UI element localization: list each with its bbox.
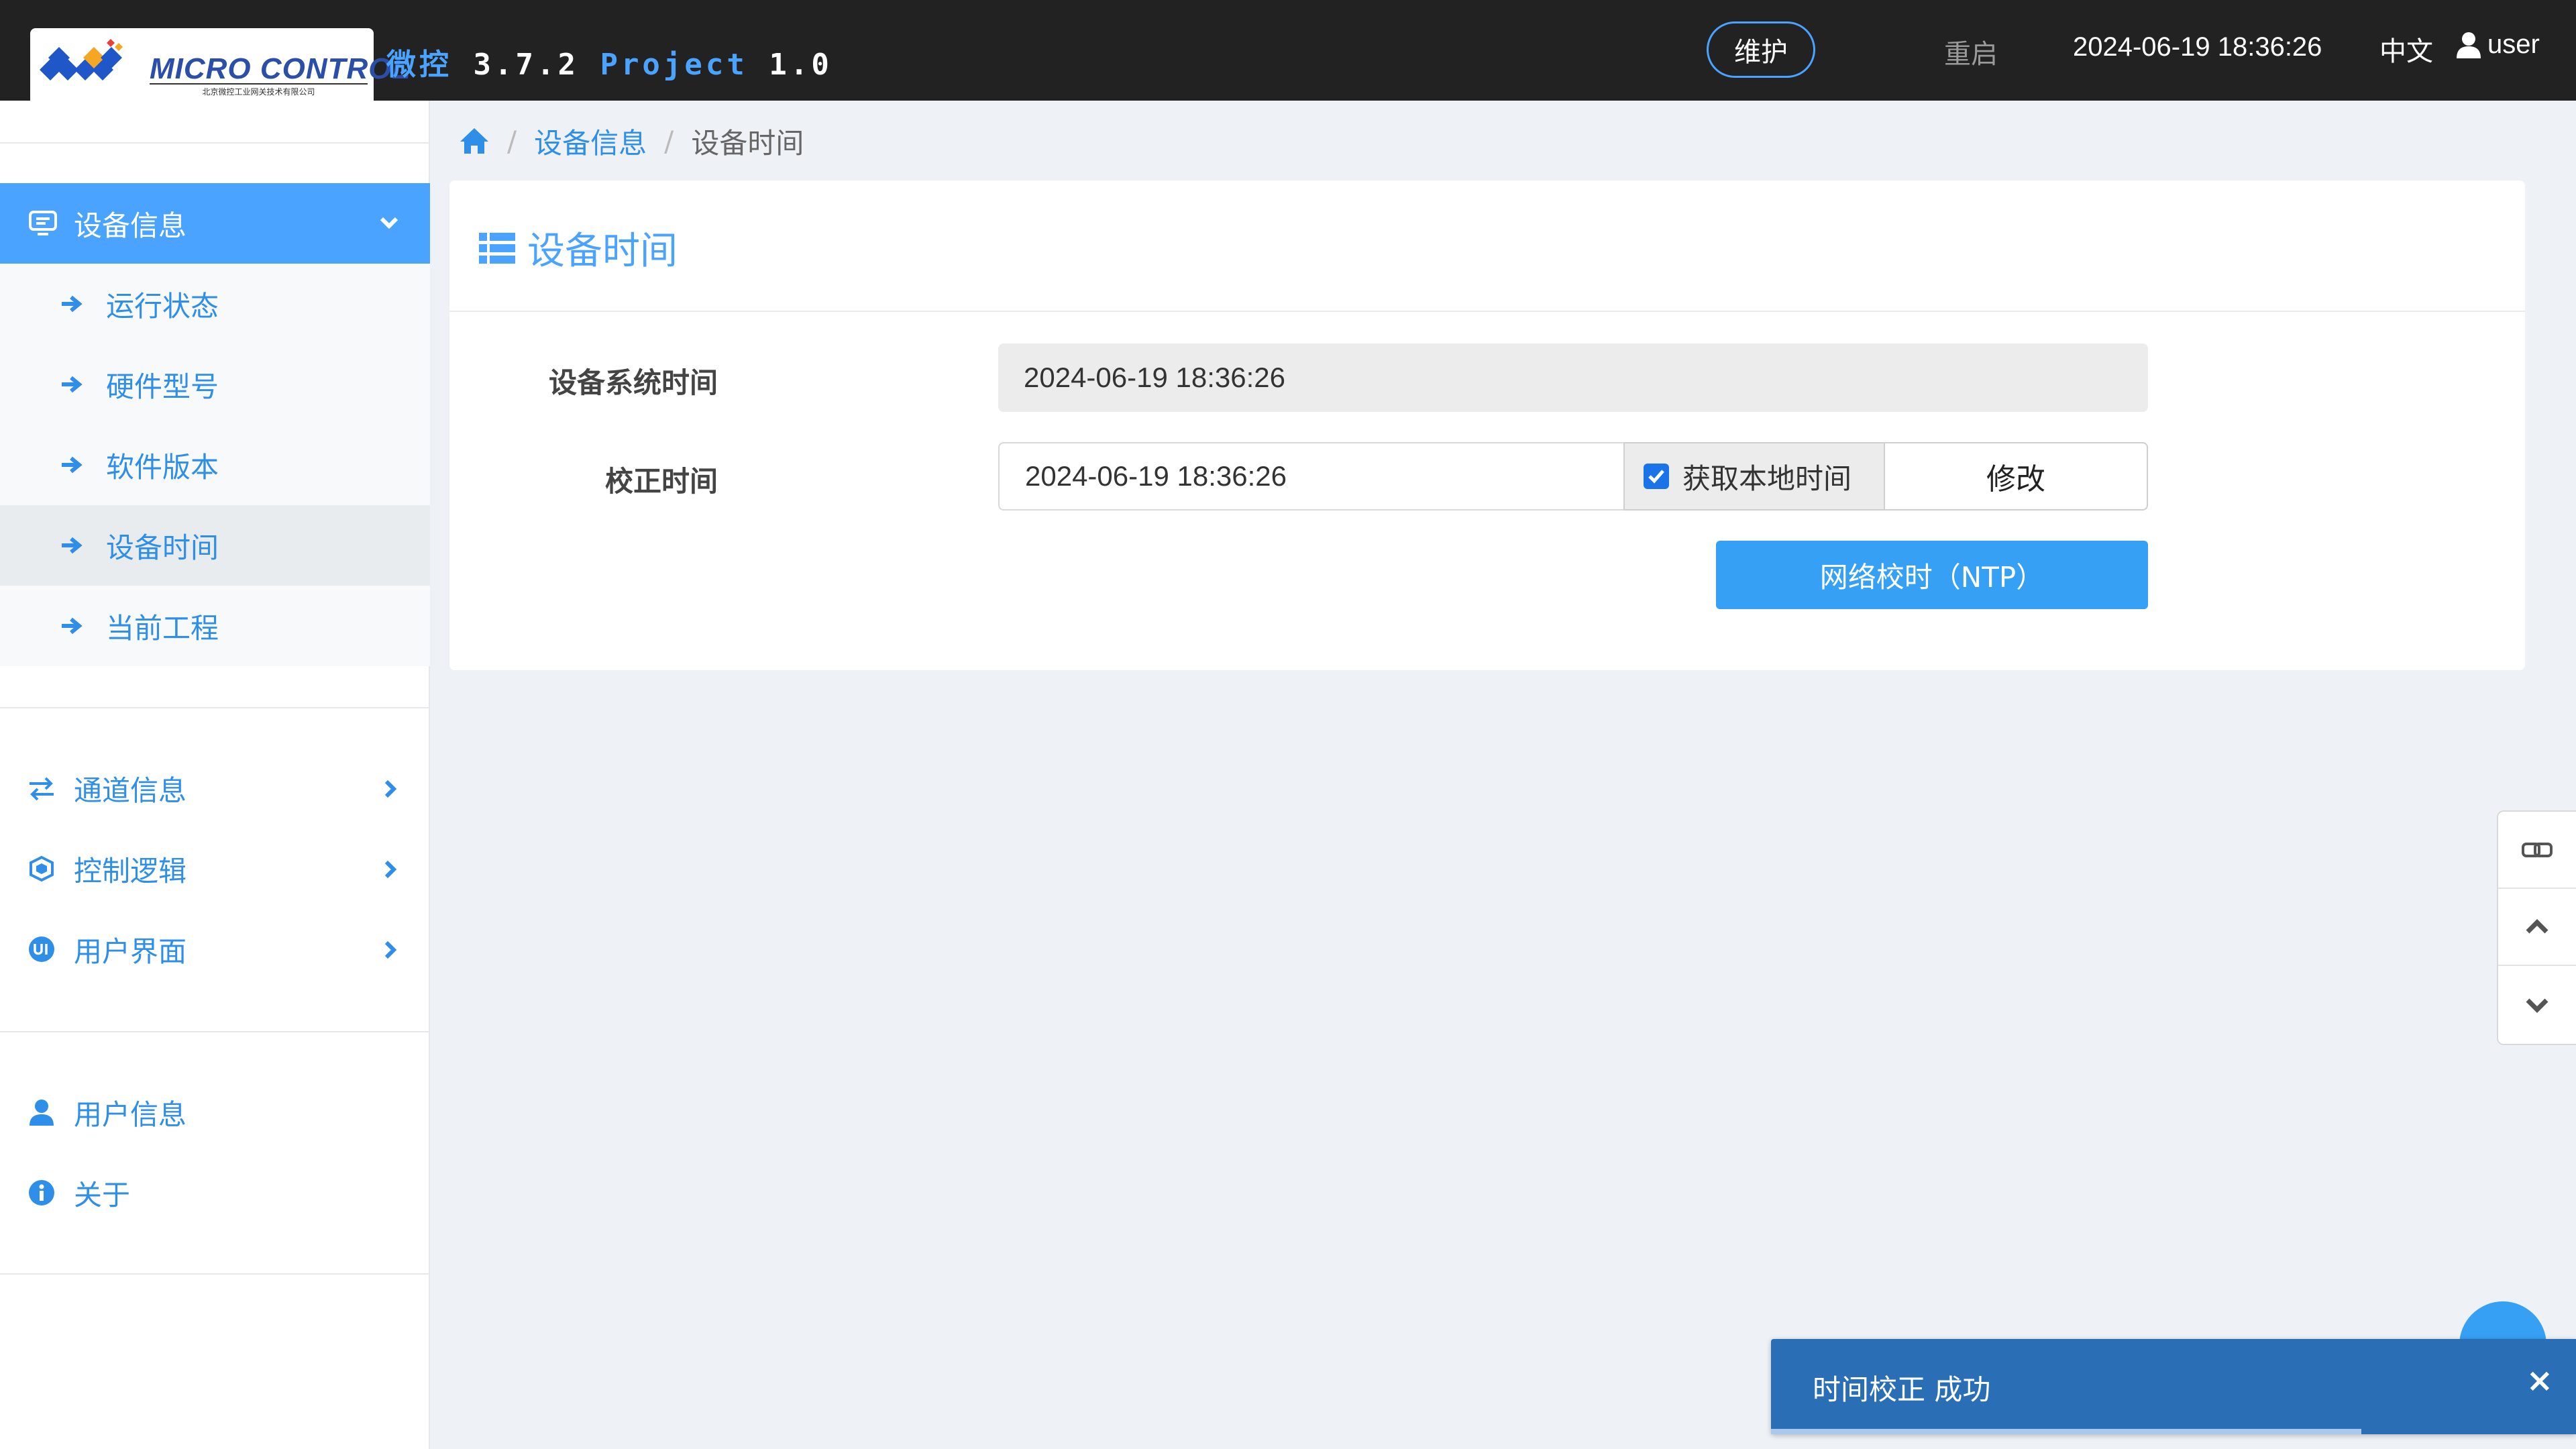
sidebar-divider: [0, 142, 430, 144]
sidebar-item-label: 当前工程: [106, 611, 219, 645]
arrow-right-icon: [62, 456, 83, 474]
link-button[interactable]: [2498, 812, 2576, 889]
scroll-up-button[interactable]: [2498, 889, 2576, 966]
breadcrumb-device-info[interactable]: 设备信息: [534, 121, 647, 162]
project-label: Project: [600, 48, 748, 82]
sidebar-item-about[interactable]: 关于: [0, 1152, 430, 1233]
logo-diamonds-icon: [40, 39, 123, 80]
sidebar-item-hardware-model[interactable]: 硬件型号: [0, 344, 430, 425]
language-switch[interactable]: 中文: [2379, 30, 2433, 68]
sidebar-group-control-logic[interactable]: 控制逻辑: [0, 828, 430, 909]
system-time-field: 2024-06-19 18:36:26: [998, 343, 2148, 412]
home-icon[interactable]: [459, 127, 490, 155]
floating-controls: [2497, 810, 2576, 1045]
sidebar-item-label: 用户信息: [74, 1097, 187, 1131]
user-icon: [30, 1099, 54, 1126]
breadcrumb: / 设备信息 / 设备时间: [459, 121, 804, 161]
sidebar-item-user-info[interactable]: 用户信息: [0, 1072, 430, 1152]
sidebar-item-label: 用户界面: [74, 934, 187, 968]
modify-button[interactable]: 修改: [1885, 442, 2148, 511]
ntp-sync-button[interactable]: 网络校时（NTP）: [1716, 541, 2148, 609]
device-time-panel: 设备时间 设备系统时间 2024-06-19 18:36:26 校正时间 202…: [449, 180, 2525, 670]
link-icon: [2522, 842, 2553, 857]
toast-notification: 时间校正 成功 ×: [1771, 1339, 2576, 1434]
app-version: 3.7.2: [473, 48, 579, 82]
sidebar-group-user-interface[interactable]: 用户界面: [0, 909, 430, 989]
sidebar-item-label: 设备时间: [106, 531, 219, 564]
info-icon: [29, 1180, 54, 1205]
swap-icon: [30, 777, 54, 801]
panel-header: 设备时间: [449, 180, 2525, 312]
sidebar-divider: [0, 707, 430, 708]
chevron-down-icon: [380, 217, 398, 229]
sidebar-item-current-project[interactable]: 当前工程: [0, 586, 430, 666]
logo: MICRO CONTROL 北京微控工业网关技术有限公司: [30, 28, 410, 101]
sidebar-group-device-info[interactable]: 设备信息: [0, 183, 430, 264]
logo-brand: MICRO CONTROL: [150, 52, 411, 85]
sidebar-item-label: 硬件型号: [106, 370, 219, 403]
sidebar-item-device-time[interactable]: 设备时间: [0, 505, 430, 586]
sidebar-item-label: 通道信息: [74, 773, 187, 807]
panel-title-text: 设备时间: [527, 229, 678, 273]
local-time-checkbox-label: 获取本地时间: [1682, 462, 1852, 495]
app-name: 微控: [386, 48, 452, 82]
sidebar-item-run-status[interactable]: 运行状态: [0, 264, 430, 344]
arrow-right-icon: [62, 617, 83, 635]
maintenance-button[interactable]: 维护: [1707, 21, 1815, 78]
top-bar: MICRO CONTROL 北京微控工业网关技术有限公司 微控 3.7.2 Pr…: [0, 0, 2576, 101]
arrow-right-icon: [62, 537, 83, 554]
sidebar-divider: [0, 1273, 430, 1275]
correct-time-label: 校正时间: [604, 465, 718, 498]
arrow-right-icon: [62, 376, 83, 393]
ui-icon: [29, 936, 54, 962]
chevron-down-icon: [2526, 998, 2548, 1013]
toast-progress-bar: [1771, 1429, 2361, 1434]
app-title: 微控 3.7.2 Project 1.0: [386, 40, 833, 83]
arrow-right-icon: [62, 295, 83, 313]
monitor-icon: [29, 211, 57, 235]
breadcrumb-separator: /: [507, 124, 517, 158]
header-clock: 2024-06-19 18:36:26: [2073, 32, 2322, 62]
sidebar-item-software-version[interactable]: 软件版本: [0, 425, 430, 505]
chevron-up-icon: [2526, 918, 2548, 933]
sidebar-item-label: 运行状态: [106, 289, 219, 323]
panel-title: 设备时间: [479, 221, 678, 275]
local-time-checkbox[interactable]: 获取本地时间: [1623, 442, 1885, 511]
sidebar-item-label: 软件版本: [106, 450, 219, 484]
breadcrumb-separator: /: [664, 124, 674, 158]
chevron-right-icon: [384, 860, 397, 879]
user-menu[interactable]: user: [2457, 30, 2540, 60]
project-version: 1.0: [769, 48, 833, 82]
system-time-label: 设备系统时间: [548, 366, 718, 399]
sidebar-divider: [0, 1031, 430, 1032]
toast-close-button[interactable]: ×: [2526, 1362, 2553, 1399]
correct-time-input[interactable]: 2024-06-19 18:36:26: [998, 442, 1623, 511]
cube-icon: [30, 855, 54, 882]
user-name: user: [2487, 30, 2540, 59]
sidebar-group-channel-info[interactable]: 通道信息: [0, 748, 430, 828]
checkbox-checked-icon[interactable]: [1644, 464, 1669, 489]
scroll-down-button[interactable]: [2498, 966, 2576, 1043]
sidebar-group-label: 设备信息: [74, 209, 187, 242]
toast-message: 时间校正 成功: [1813, 1373, 1991, 1406]
list-icon: [479, 232, 515, 264]
restart-button[interactable]: 重启: [1944, 32, 1998, 71]
logo-subtitle: 北京微控工业网关技术有限公司: [150, 83, 368, 97]
sidebar-item-label: 关于: [74, 1178, 131, 1212]
breadcrumb-current: 设备时间: [691, 126, 804, 160]
sidebar-item-label: 控制逻辑: [74, 854, 187, 888]
sidebar: 设备信息 运行状态 硬件型号 软件版本 设备时间 当前工程 通道信息 控制逻辑 …: [0, 101, 430, 1449]
chevron-right-icon: [384, 780, 397, 798]
chevron-right-icon: [384, 941, 397, 959]
user-icon: [2457, 32, 2481, 58]
